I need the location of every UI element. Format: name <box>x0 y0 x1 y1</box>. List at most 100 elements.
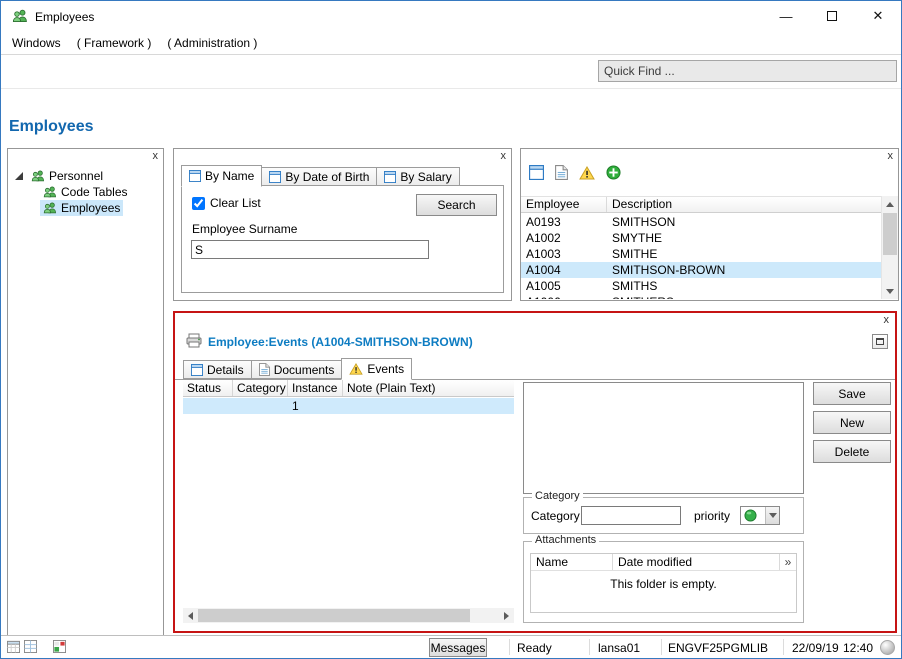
list-toolbar <box>529 165 621 180</box>
tab-label: By Date of Birth <box>285 170 369 184</box>
tree-expander-icon[interactable] <box>15 172 23 180</box>
note-editor[interactable] <box>523 382 804 494</box>
tree-item-code-tables[interactable]: Code Tables <box>8 184 163 200</box>
statusbar: Messages Ready lansa01 ENG VF25PGMLIB 22… <box>1 635 901 658</box>
events-panel-close-icon[interactable]: x <box>884 314 890 326</box>
events-grid: Status Category Instance Note (Plain Tex… <box>183 380 514 623</box>
documents-icon[interactable] <box>555 165 568 180</box>
dropdown-arrow-icon[interactable] <box>765 507 779 524</box>
close-button[interactable]: ✕ <box>855 1 901 31</box>
employee-description: SMITHSON <box>607 214 881 230</box>
new-button[interactable]: New <box>813 411 891 434</box>
list-item[interactable]: A0193 SMITHSON <box>521 214 881 230</box>
attachments-empty-message: This folder is empty. <box>531 577 796 591</box>
tree-item-employees[interactable]: Employees <box>8 200 163 216</box>
priority-dropdown[interactable] <box>740 506 780 525</box>
scroll-left-arrow[interactable] <box>183 608 198 623</box>
menu-framework[interactable]: ( Framework ) <box>75 33 154 53</box>
tab-by-name[interactable]: By Name <box>181 165 262 187</box>
details-icon[interactable] <box>529 165 544 180</box>
tab-details[interactable]: Details <box>183 360 252 379</box>
clear-list-option: Clear List <box>192 196 261 210</box>
tab-events[interactable]: Events <box>341 358 412 380</box>
event-status <box>183 398 233 414</box>
delete-button[interactable]: Delete <box>813 440 891 463</box>
attachments-table: Name Date modified » This folder is empt… <box>530 553 797 613</box>
menu-windows[interactable]: Windows <box>10 33 63 53</box>
menu-administration[interactable]: ( Administration ) <box>165 33 259 53</box>
event-note <box>343 398 514 414</box>
scroll-up-arrow[interactable] <box>882 196 898 212</box>
category-group: Category Category priority <box>523 497 804 534</box>
vertical-scrollbar[interactable] <box>881 196 898 299</box>
scroll-thumb[interactable] <box>198 609 470 622</box>
column-header-name[interactable]: Name <box>531 554 613 570</box>
list-item-selected[interactable]: A1004 SMITHSON-BROWN <box>521 262 881 278</box>
employee-surname-input[interactable] <box>191 240 429 259</box>
list-item[interactable]: A1003 SMITHE <box>521 246 881 262</box>
scroll-thumb[interactable] <box>883 213 897 255</box>
events-warning-icon[interactable] <box>579 166 595 180</box>
list-panel-close-icon[interactable]: x <box>888 150 894 162</box>
list-item[interactable]: A1005 SMITHS <box>521 278 881 294</box>
column-header-note[interactable]: Note (Plain Text) <box>343 380 514 396</box>
clear-list-checkbox[interactable] <box>192 197 205 210</box>
tab-label: Events <box>367 362 404 376</box>
tree-panel-close-icon[interactable]: x <box>153 150 159 162</box>
add-icon[interactable] <box>606 165 621 180</box>
menubar: Windows ( Framework ) ( Administration ) <box>1 32 901 54</box>
quick-find-input[interactable] <box>598 60 897 82</box>
event-row-selected[interactable]: 1 <box>183 398 514 414</box>
people-icon <box>43 185 57 199</box>
employee-code: A0193 <box>521 214 607 230</box>
tree-item-label: Employees <box>61 201 120 215</box>
tab-label: Documents <box>274 363 335 377</box>
column-header-category[interactable]: Category <box>233 380 288 396</box>
maximize-button[interactable] <box>809 1 855 31</box>
status-time: 12:40 <box>843 641 873 655</box>
chevron-expand-icon[interactable]: » <box>780 554 796 570</box>
minimize-button[interactable]: — <box>763 1 809 31</box>
attachments-header: Name Date modified » <box>531 554 796 571</box>
column-header-date-modified[interactable]: Date modified <box>613 554 780 570</box>
employee-events-panel: x Employee:Events (A1004-SMITHSON-BROWN)… <box>173 311 897 633</box>
column-header-status[interactable]: Status <box>183 380 233 396</box>
window-title: Employees <box>35 10 94 24</box>
events-tabstrip: Details Documents Events <box>183 357 411 379</box>
search-tabstrip: By Name By Date of Birth By Salary <box>181 164 459 186</box>
save-button[interactable]: Save <box>813 382 891 405</box>
column-header-description[interactable]: Description <box>607 197 881 212</box>
restore-button[interactable] <box>872 334 888 349</box>
tab-by-salary[interactable]: By Salary <box>376 167 459 186</box>
maximize-icon <box>827 11 837 21</box>
category-input[interactable] <box>581 506 681 525</box>
search-panel: x By Name By Date of Birth By Salary Cle… <box>173 148 512 301</box>
list-header: Employee Description <box>521 196 881 213</box>
tab-documents[interactable]: Documents <box>251 360 343 379</box>
tree-item-label: Personnel <box>49 169 103 183</box>
list-item[interactable]: A1002 SMYTHE <box>521 230 881 246</box>
column-header-employee[interactable]: Employee <box>521 197 607 212</box>
scroll-right-arrow[interactable] <box>499 608 514 623</box>
grid-icon[interactable] <box>24 640 37 653</box>
app-module-icon[interactable] <box>53 640 66 653</box>
tree-item-personnel[interactable]: Personnel <box>8 168 163 184</box>
tab-by-date-of-birth[interactable]: By Date of Birth <box>261 167 377 186</box>
statusbar-separator <box>509 639 510 655</box>
priority-label: priority <box>694 509 730 523</box>
titlebar: Employees — ✕ <box>1 1 901 31</box>
event-category <box>233 398 288 414</box>
navigation-tree: Personnel Code Tables Employees <box>8 168 163 216</box>
messages-button[interactable]: Messages <box>429 638 487 657</box>
search-panel-close-icon[interactable]: x <box>501 150 507 162</box>
employee-description: SMITHERS <box>607 294 881 299</box>
employee-list-panel: x Employee Description A0193 SMITHSON A1… <box>520 148 899 301</box>
column-header-instance[interactable]: Instance <box>288 380 343 396</box>
form-icon <box>269 171 281 183</box>
scroll-down-arrow[interactable] <box>882 283 898 299</box>
statusbar-separator <box>589 639 590 655</box>
horizontal-scrollbar[interactable] <box>183 608 514 623</box>
search-button[interactable]: Search <box>416 194 497 216</box>
list-item[interactable]: A1006 SMITHERS <box>521 294 881 299</box>
calendar-icon[interactable] <box>7 640 20 653</box>
